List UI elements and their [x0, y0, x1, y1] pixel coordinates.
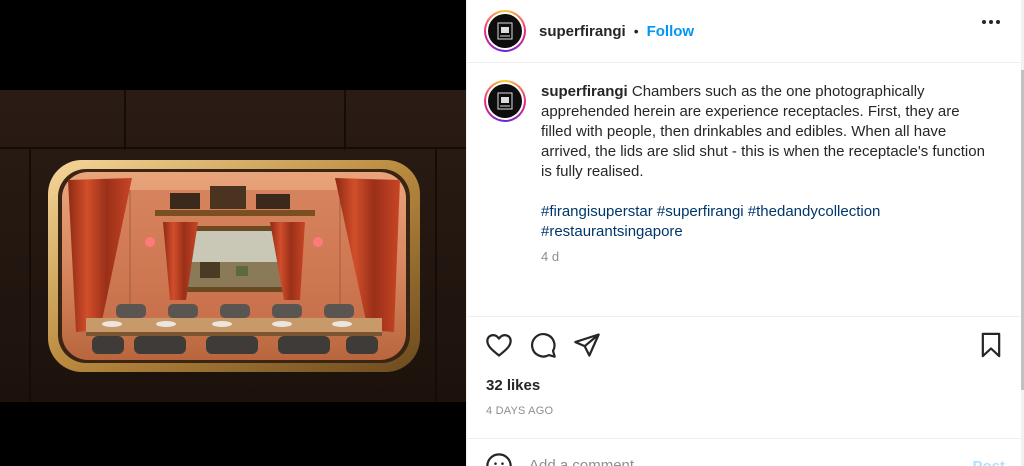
author-avatar[interactable]: [484, 10, 526, 52]
post-photo: [0, 0, 466, 466]
caption-age[interactable]: 4 d: [541, 247, 991, 267]
action-bar: [485, 331, 1005, 359]
caption-username[interactable]: superfirangi: [541, 83, 628, 100]
emoji-icon[interactable]: [485, 452, 513, 466]
comment-icon[interactable]: [529, 331, 557, 359]
likes-count[interactable]: 32 likes: [486, 377, 540, 394]
post-media[interactable]: [0, 0, 466, 466]
divider: [467, 438, 1022, 439]
more-options-icon[interactable]: [982, 20, 1000, 24]
comment-input[interactable]: [529, 457, 949, 466]
send-icon[interactable]: [573, 331, 601, 359]
hashtag-link[interactable]: #superfirangi: [657, 203, 744, 220]
hashtag-link[interactable]: #firangisuperstar: [541, 203, 653, 220]
heart-icon[interactable]: [485, 331, 513, 359]
author-username[interactable]: superfirangi: [539, 23, 626, 40]
caption-avatar[interactable]: [484, 80, 526, 122]
bookmark-icon[interactable]: [977, 331, 1005, 359]
post-comment-button[interactable]: Post: [972, 458, 1005, 466]
post-timestamp[interactable]: 4 DAYS AGO: [486, 405, 553, 417]
hashtag-link[interactable]: #restaurantsingapore: [541, 223, 683, 240]
follow-button[interactable]: Follow: [647, 23, 695, 40]
post-panel: superfirangi • Follow superfirangi Chamb…: [466, 0, 1022, 466]
hashtags: #firangisuperstar #superfirangi #thedand…: [541, 202, 991, 242]
hashtag-link[interactable]: #thedandycollection: [748, 203, 881, 220]
logo-icon: [497, 92, 513, 110]
logo-icon: [497, 22, 513, 40]
caption-text: superfirangi Chambers such as the one ph…: [541, 82, 991, 267]
post-header: superfirangi • Follow: [467, 0, 1022, 63]
divider: [467, 316, 1022, 317]
separator-dot: •: [633, 23, 639, 39]
comment-bar: Post: [485, 452, 1005, 466]
